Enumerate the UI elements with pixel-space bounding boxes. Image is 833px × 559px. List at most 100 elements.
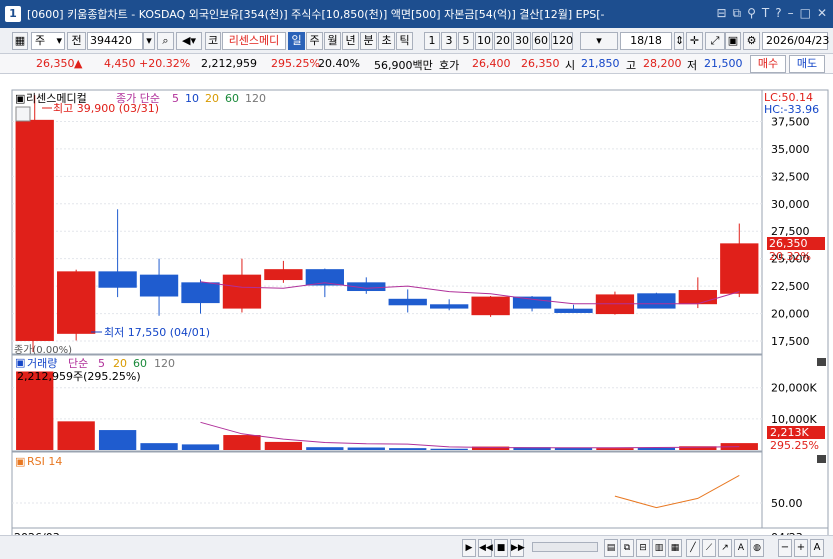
candle-body [512, 296, 552, 309]
all-button[interactable]: 전 [67, 32, 86, 50]
settings-icon[interactable]: ⚙ [743, 32, 760, 50]
menu-icon[interactable]: ▦ [12, 32, 28, 50]
code-dropdown-icon[interactable]: ▾ [143, 32, 155, 50]
period-tab-3[interactable]: 년 [342, 32, 359, 50]
vma-5-label: 5 [98, 357, 105, 370]
stock-name: 리센스메디 [222, 32, 286, 50]
save-icon[interactable]: ▣ [725, 32, 741, 50]
price-tick: 17,500 [771, 335, 810, 348]
zoom-out-icon[interactable]: − [778, 539, 792, 557]
view4-icon[interactable]: ▥ [652, 539, 666, 557]
candle-body [222, 274, 262, 309]
ask-price: 26,400 [472, 57, 511, 70]
stock-code-input[interactable]: 394420 [87, 32, 143, 50]
candle-body [720, 243, 759, 294]
date-input[interactable]: 2026/04/23 [762, 32, 829, 50]
draw-line-icon[interactable]: ╱ [686, 539, 700, 557]
market-label[interactable]: 코 [205, 32, 221, 50]
scroll-right-icon[interactable]: ▶ [462, 539, 476, 557]
window-controls: ⊟ ⧉ ⚲ T ? – □ ✕ [716, 6, 827, 21]
view5-icon[interactable]: ▦ [668, 539, 682, 557]
period-tab-5[interactable]: 초 [378, 32, 395, 50]
interval-button-3[interactable]: 3 [441, 32, 457, 50]
volume-bar [140, 443, 178, 450]
link-icon[interactable]: ⊟ [716, 6, 726, 21]
stop-icon[interactable]: ■ [494, 539, 508, 557]
price-tick: 32,500 [771, 170, 810, 183]
interval-button-10[interactable]: 10 [475, 32, 493, 50]
help-icon[interactable]: ? [775, 6, 781, 21]
forward-icon[interactable]: ▶▶ [510, 539, 525, 557]
interval-button-1[interactable]: 1 [424, 32, 440, 50]
window-title: [0600] 키움종합차트 - KOSDAQ 외국인보유[354(천)] 주식수… [27, 8, 605, 21]
high-price: 28,200 [643, 57, 682, 70]
low-price: 21,500 [704, 57, 743, 70]
sound-icon[interactable]: ◀▾ [176, 32, 202, 50]
draw-text-icon[interactable]: A [734, 539, 748, 557]
ma-120-label: 120 [245, 92, 266, 105]
candle-body [139, 274, 179, 297]
legend-marker-icon: ▣ [15, 92, 25, 105]
buy-button[interactable]: 매수 [750, 55, 786, 73]
text-icon[interactable]: T [762, 6, 769, 21]
low-label: 저 [687, 59, 698, 72]
period-tab-6[interactable]: 틱 [396, 32, 413, 50]
volume-pct-text: 295.25% [770, 439, 819, 452]
search-icon[interactable]: ⌕ [157, 32, 174, 50]
view1-icon[interactable]: ▤ [604, 539, 618, 557]
draw-arrow-icon[interactable]: ↗ [718, 539, 732, 557]
volume-bar [306, 447, 344, 450]
price-change: 4,450 [104, 57, 136, 70]
restore-icon[interactable]: ⧉ [733, 6, 742, 21]
interval-button-120[interactable]: 120 [551, 32, 573, 50]
price-change-pct: +20.32% [139, 57, 191, 70]
ma-60-label: 60 [225, 92, 239, 105]
period-tab-2[interactable]: 월 [324, 32, 341, 50]
text-size-icon[interactable]: A [810, 539, 824, 557]
page-counter: 18/18 [620, 32, 672, 50]
period-select[interactable]: 주 ▾ [31, 32, 65, 50]
volume-bar [596, 448, 634, 450]
rsi-panel-close-icon[interactable] [817, 455, 826, 463]
pin-icon[interactable]: ⚲ [747, 6, 756, 21]
volume-current-text: 2,213K [770, 426, 809, 439]
close-icon[interactable]: ✕ [817, 6, 827, 21]
view3-icon[interactable]: ⊟ [636, 539, 650, 557]
navigation-bar: ▶ ◀◀ ■ ▶▶ ▤ ⧉ ⊟ ▥ ▦ ╱ ⟋ ↗ A ◍ − + A [0, 535, 833, 559]
draw-paint-icon[interactable]: ◍ [750, 539, 764, 557]
candle-body [554, 308, 593, 313]
page-spin-icon[interactable]: ⇕ [674, 32, 684, 50]
view2-icon[interactable]: ⧉ [620, 539, 634, 557]
ma-5-label: 5 [172, 92, 179, 105]
draw-trend-icon[interactable]: ⟋ [702, 539, 716, 557]
interval-button-20[interactable]: 20 [494, 32, 512, 50]
maximize-icon[interactable]: □ [800, 6, 811, 21]
zoom-in-icon[interactable]: + [794, 539, 808, 557]
minimize-icon[interactable]: – [788, 6, 794, 21]
rewind-icon[interactable]: ◀◀ [478, 539, 493, 557]
volume-panel-close-icon[interactable] [817, 358, 826, 366]
rsi-legend-icon: ▣ [15, 455, 25, 468]
candle-body [471, 296, 510, 316]
low-annotation: 최저 17,550 (04/01) [104, 326, 210, 339]
candle-body [678, 290, 717, 305]
volume-legend-name: 거래량 [27, 357, 57, 370]
interval-button-5[interactable]: 5 [458, 32, 474, 50]
panel-toggle-icon[interactable] [15, 106, 31, 122]
sell-button[interactable]: 매도 [789, 55, 825, 73]
interval-button-30[interactable]: 30 [513, 32, 531, 50]
volume-bar [347, 447, 385, 450]
open-price: 21,850 [581, 57, 620, 70]
zoom-icon[interactable]: ⤢ [705, 32, 725, 50]
period-tab-0[interactable]: 일 [288, 32, 305, 50]
zoom-slider[interactable] [532, 542, 598, 552]
blank-select[interactable]: ▾ [580, 32, 618, 50]
crosshair-icon[interactable]: ✛ [686, 32, 703, 50]
period-tab-1[interactable]: 주 [306, 32, 323, 50]
price-chart[interactable]: 37,50035,00032,50030,00027,50025,00022,5… [0, 75, 833, 559]
price-panel [11, 89, 763, 355]
period-tab-4[interactable]: 분 [360, 32, 377, 50]
chart-toolbar: ▦ 주 ▾ 전 394420 ▾ ⌕ ◀▾ 코 리센스메디 ▾ 18/18 ⇕ ✛… [0, 28, 833, 54]
volume-bar [16, 371, 54, 450]
interval-button-60[interactable]: 60 [532, 32, 550, 50]
